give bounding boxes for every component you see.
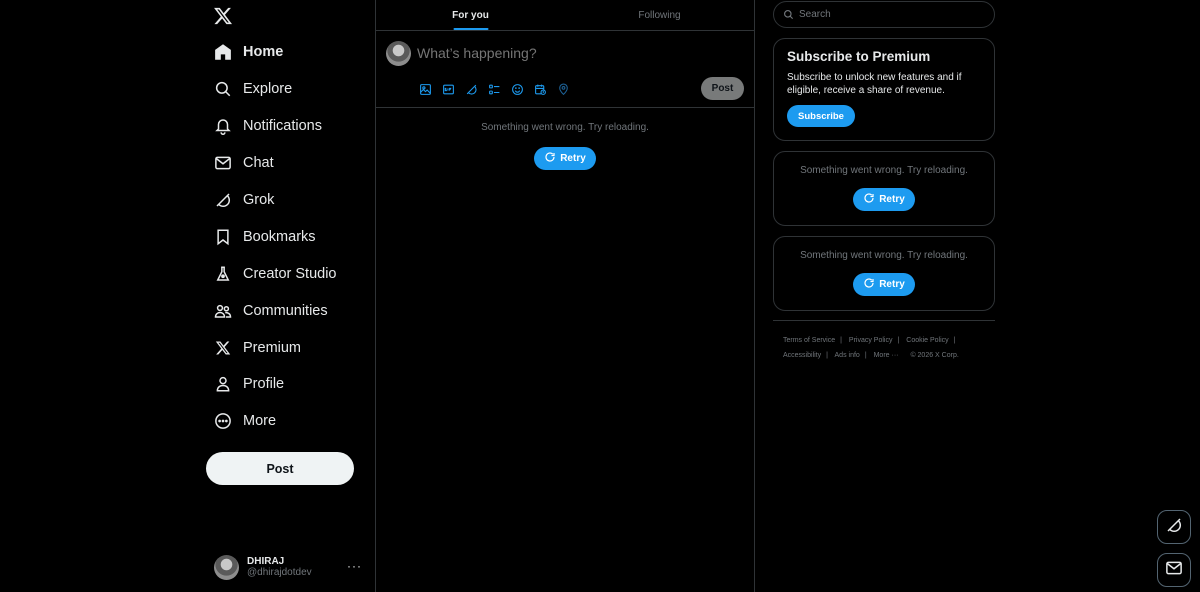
flask-icon: [212, 263, 234, 285]
gif-icon[interactable]: [440, 81, 456, 97]
copyright: © 2026 X Corp.: [910, 352, 959, 360]
x-logo-icon[interactable]: [210, 3, 236, 29]
sidebar-item-bookmarks[interactable]: Bookmarks: [206, 218, 376, 255]
account-switcher[interactable]: DHIRAJ @dhirajdotdev ···: [206, 548, 370, 586]
error-card: Something went wrong. Try reloading. Ret…: [773, 151, 995, 226]
grok-icon[interactable]: [463, 81, 479, 97]
sidebar-item-notifications[interactable]: Notifications: [206, 108, 376, 145]
envelope-icon: [1165, 559, 1183, 582]
sidebar-item-home[interactable]: Home: [206, 34, 376, 71]
premium-title: Subscribe to Premium: [787, 49, 931, 64]
poll-icon[interactable]: [486, 81, 502, 97]
tab-for-you[interactable]: For you: [376, 0, 565, 30]
sidebar-item-communities[interactable]: Communities: [206, 292, 376, 329]
sidebar-item-label: Notifications: [243, 118, 322, 135]
error-message: Something went wrong. Try reloading.: [800, 250, 968, 261]
account-name: DHIRAJ: [247, 555, 285, 567]
sidebar-item-label: More: [243, 413, 277, 430]
feed-error: Something went wrong. Try reloading. Ret…: [376, 108, 754, 170]
search-input[interactable]: [799, 9, 979, 20]
more-circle-icon: [212, 410, 234, 432]
left-sidebar: Home Explore Notifications Chat Grok Boo…: [0, 0, 376, 592]
main-nav: Home Explore Notifications Chat Grok Boo…: [206, 34, 376, 440]
emoji-icon[interactable]: [509, 81, 525, 97]
account-handle: @dhirajdotdev: [247, 567, 312, 578]
sidebar-item-label: Premium: [243, 339, 302, 356]
subscribe-button[interactable]: Subscribe: [787, 105, 855, 127]
grok-icon: [212, 189, 234, 211]
x-logo-icon: [212, 337, 234, 359]
envelope-icon: [212, 152, 234, 174]
composer-toolbar: [417, 81, 571, 97]
refresh-icon: [863, 192, 875, 207]
footer-link-cookie[interactable]: Cookie Policy: [906, 337, 948, 344]
footer-link-accessibility[interactable]: Accessibility: [783, 352, 821, 359]
error-card: Something went wrong. Try reloading. Ret…: [773, 236, 995, 311]
sidebar-item-label: Home: [243, 44, 284, 61]
sidebar-item-explore[interactable]: Explore: [206, 71, 376, 108]
footer-links: Terms of Service | Privacy Policy | Cookie…: [783, 337, 959, 360]
retry-button[interactable]: Retry: [534, 147, 596, 170]
sidebar-item-label: Chat: [243, 155, 274, 172]
bookmark-icon: [212, 226, 234, 248]
image-icon[interactable]: [417, 81, 433, 97]
sidebar-item-label: Creator Studio: [243, 265, 337, 282]
bell-icon: [212, 115, 234, 137]
retry-label: Retry: [879, 194, 905, 205]
sidebar-item-label: Bookmarks: [243, 228, 316, 245]
retry-button[interactable]: Retry: [853, 188, 915, 211]
footer-link-terms[interactable]: Terms of Service: [783, 337, 835, 344]
schedule-icon[interactable]: [532, 81, 548, 97]
footer-link-privacy[interactable]: Privacy Policy: [849, 337, 893, 344]
sidebar-item-label: Grok: [243, 192, 275, 208]
compose-input[interactable]: [417, 45, 717, 61]
refresh-icon: [544, 151, 556, 166]
person-icon: [212, 373, 234, 395]
divider: [773, 320, 995, 321]
sidebar-item-creator-studio[interactable]: Creator Studio: [206, 255, 376, 292]
footer-link-ads-info[interactable]: Ads info: [835, 352, 860, 359]
sidebar-item-profile[interactable]: Profile: [206, 366, 376, 403]
sidebar-post-button[interactable]: Post: [206, 452, 354, 485]
error-message: Something went wrong. Try reloading.: [481, 122, 649, 133]
sidebar-item-more[interactable]: More: [206, 403, 376, 440]
compose-post-button[interactable]: Post: [701, 77, 744, 100]
avatar[interactable]: [386, 41, 411, 66]
location-icon[interactable]: [555, 81, 571, 97]
error-message: Something went wrong. Try reloading.: [800, 165, 968, 176]
people-icon: [212, 300, 234, 322]
messages-float-button[interactable]: [1157, 553, 1191, 587]
tab-following[interactable]: Following: [565, 0, 754, 30]
retry-button[interactable]: Retry: [853, 273, 915, 296]
grok-float-button[interactable]: [1157, 510, 1191, 544]
refresh-icon: [863, 277, 875, 292]
premium-card: Subscribe to Premium Subscribe to unlock…: [773, 38, 995, 141]
sidebar-item-label: Profile: [243, 376, 285, 393]
search-icon: [783, 9, 795, 21]
app-root: Home Explore Notifications Chat Grok Boo…: [0, 0, 1200, 592]
timeline-tabs: For you Following: [376, 0, 754, 31]
retry-label: Retry: [879, 279, 905, 290]
premium-body: Subscribe to unlock new features and if …: [787, 72, 962, 96]
sidebar-item-label: Explore: [243, 81, 293, 98]
sidebar-item-chat[interactable]: Chat: [206, 145, 376, 182]
home-icon: [212, 41, 234, 63]
footer-link-more[interactable]: More ···: [874, 352, 899, 359]
primary-column: For you Following What’s happening? Post…: [375, 0, 755, 592]
sidebar-item-premium[interactable]: Premium: [206, 329, 376, 366]
grok-icon: [1165, 516, 1183, 539]
sidebar-item-grok[interactable]: Grok: [206, 182, 376, 219]
search-bar[interactable]: [773, 1, 995, 28]
avatar: [214, 554, 239, 580]
more-dots-icon[interactable]: ···: [347, 559, 362, 573]
retry-label: Retry: [560, 153, 586, 164]
sidebar-item-label: Communities: [243, 302, 328, 319]
tweet-composer: Post: [376, 31, 754, 108]
search-icon: [212, 78, 234, 100]
account-info: DHIRAJ @dhirajdotdev: [247, 556, 312, 579]
